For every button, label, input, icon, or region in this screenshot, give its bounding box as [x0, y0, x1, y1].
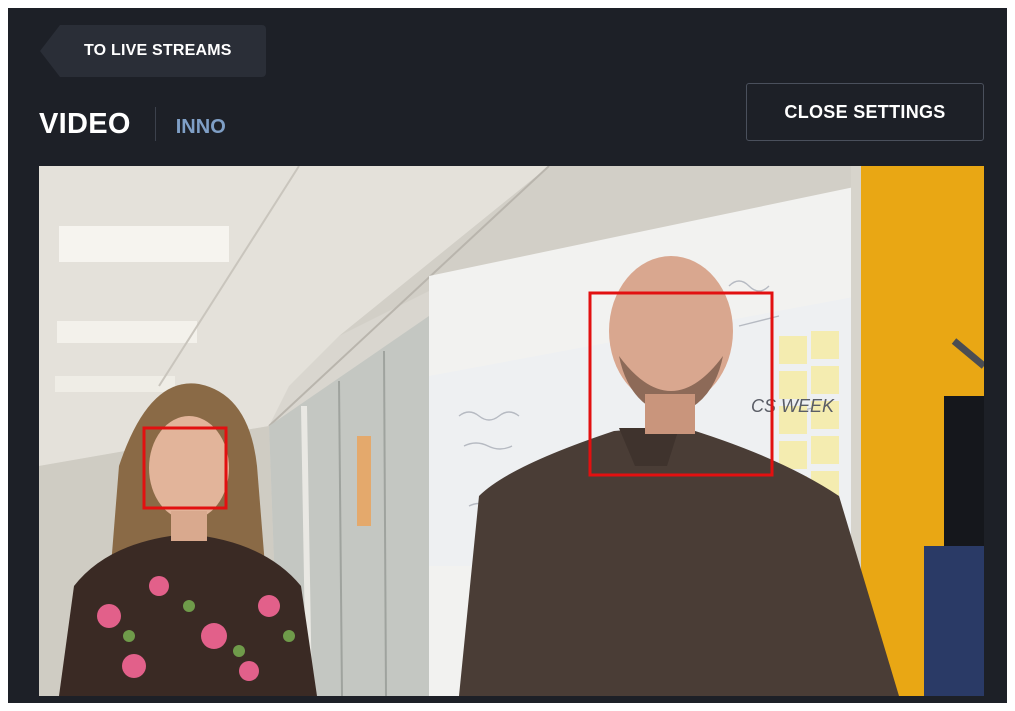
- poster: [357, 436, 371, 526]
- back-button-label: TO LIVE STREAMS: [60, 25, 266, 77]
- jacket: [924, 546, 984, 696]
- page-title: VIDEO: [39, 107, 131, 140]
- video-stream: CS WEEK: [39, 166, 984, 696]
- ceiling-light: [57, 321, 197, 343]
- title-divider: [154, 107, 156, 141]
- back-arrow-icon: [40, 25, 60, 77]
- stream-name: INNO: [175, 115, 226, 138]
- title-row: VIDEO INNO: [39, 104, 226, 144]
- ceiling-light: [55, 376, 175, 392]
- video-scene: CS WEEK: [39, 166, 984, 696]
- back-to-live-streams-button[interactable]: TO LIVE STREAMS: [40, 25, 266, 77]
- video-settings-panel: TO LIVE STREAMS VIDEO INNO CLOSE SETTING…: [8, 8, 1007, 703]
- ceiling-light: [59, 226, 229, 262]
- whiteboard-text: CS WEEK: [751, 396, 835, 416]
- close-settings-button[interactable]: CLOSE SETTINGS: [746, 83, 984, 141]
